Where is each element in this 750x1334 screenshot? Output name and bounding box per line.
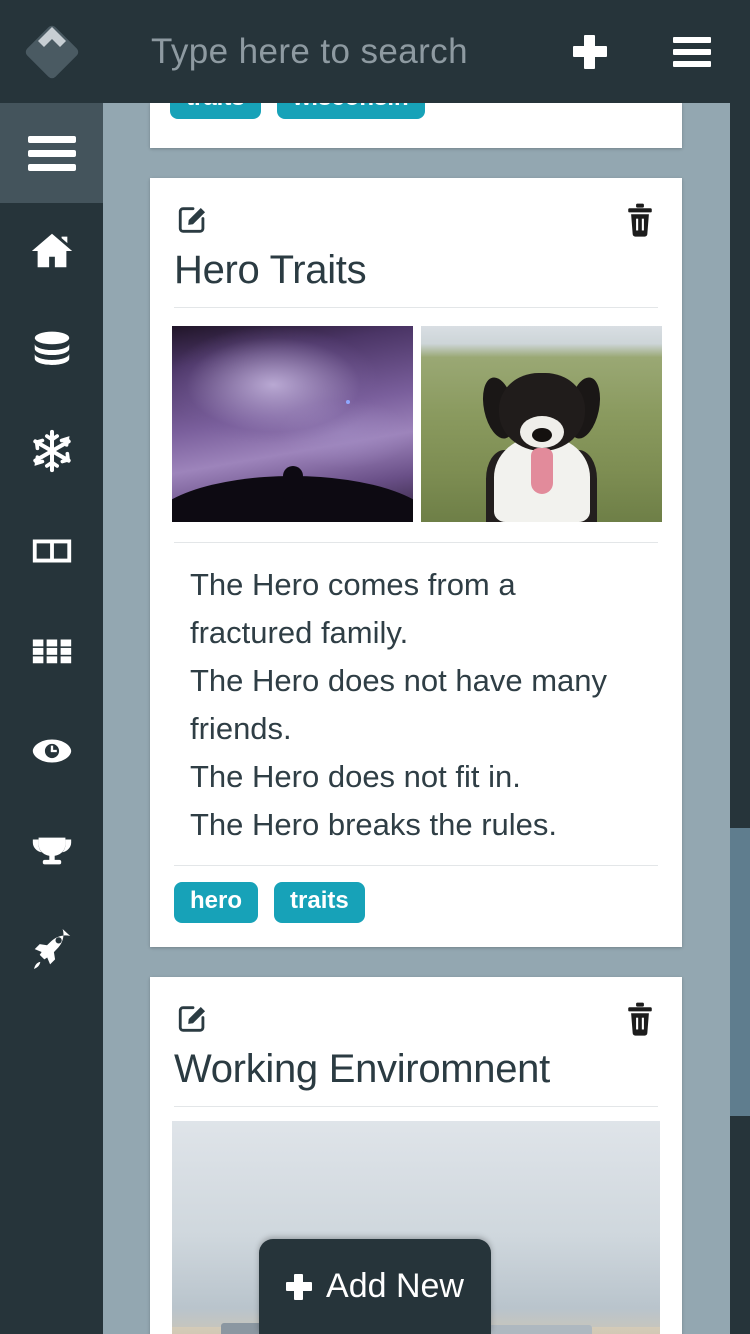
sidebar-item-menu-toggle[interactable] xyxy=(0,103,103,203)
card-image-row xyxy=(172,308,662,542)
add-new-label: Add New xyxy=(326,1267,464,1305)
search-area xyxy=(103,0,554,103)
tag[interactable]: traits xyxy=(170,103,261,120)
columns-icon xyxy=(29,528,75,579)
trash-icon[interactable] xyxy=(624,203,656,237)
trash-icon[interactable] xyxy=(624,1002,656,1036)
home-icon xyxy=(29,228,75,279)
card-title: Hero Traits xyxy=(174,248,367,292)
card-title: Working Enviromnent xyxy=(174,1046,550,1091)
card-list: traits wisconsin xyxy=(150,103,682,1334)
edit-pencil-icon[interactable] xyxy=(176,1002,210,1036)
menu-button[interactable] xyxy=(656,0,728,103)
hamburger-menu-icon xyxy=(673,36,711,67)
tag[interactable]: traits xyxy=(274,882,365,923)
add-button[interactable] xyxy=(554,0,626,103)
card-image-purple-sky[interactable] xyxy=(172,326,413,522)
app-logo[interactable] xyxy=(0,0,103,103)
tag[interactable]: wisconsin xyxy=(276,103,425,120)
card-body-line: The Hero comes from a fractured family. xyxy=(190,567,516,651)
divider xyxy=(174,1105,658,1107)
hamburger-menu-icon xyxy=(27,135,76,171)
grid-icon xyxy=(29,628,75,679)
trophy-icon xyxy=(29,828,75,879)
sidebar-item-columns[interactable] xyxy=(0,503,103,603)
app-header xyxy=(0,0,750,103)
sidebar-item-clock[interactable] xyxy=(0,703,103,803)
sidebar-item-rocket[interactable] xyxy=(0,903,103,1003)
card-toolbar xyxy=(172,200,660,240)
sidebar-item-grid[interactable] xyxy=(0,603,103,703)
card-image-dog[interactable] xyxy=(421,326,662,522)
plus-icon xyxy=(286,1273,313,1300)
card-tag-row: hero traits xyxy=(172,866,660,926)
snowflake-icon xyxy=(29,428,75,479)
app-root: traits wisconsin xyxy=(0,0,750,1334)
search-input[interactable] xyxy=(151,31,554,72)
tag[interactable]: hero xyxy=(174,882,259,923)
add-new-button[interactable]: Add New xyxy=(259,1239,491,1334)
card-toolbar xyxy=(172,999,660,1039)
plus-icon xyxy=(573,34,607,69)
card-body: The Hero comes from a fractured family. … xyxy=(172,543,660,865)
database-icon xyxy=(29,328,75,379)
card-body-line: The Hero does not have many friends. xyxy=(190,663,608,747)
clock-icon xyxy=(29,728,75,779)
card-body-line: The Hero breaks the rules. xyxy=(190,807,558,843)
sidebar-item-database[interactable] xyxy=(0,303,103,403)
sidebar xyxy=(0,103,103,1334)
scrollbar-track[interactable] xyxy=(730,103,750,1334)
card-partial-top-tag-row: traits wisconsin xyxy=(150,103,682,148)
edit-pencil-icon[interactable] xyxy=(176,203,210,237)
card-body-line: The Hero does not fit in. xyxy=(190,759,521,795)
logo-chevron-icon xyxy=(37,26,66,47)
sidebar-item-trophy[interactable] xyxy=(0,803,103,903)
scrollbar-thumb[interactable] xyxy=(730,828,750,1116)
card-partial-top[interactable]: traits wisconsin xyxy=(150,103,682,148)
sidebar-item-home[interactable] xyxy=(0,203,103,303)
rocket-icon xyxy=(29,928,75,979)
sidebar-item-snowflake[interactable] xyxy=(0,403,103,503)
card-hero-traits[interactable]: Hero Traits The Hero comes from a fractu… xyxy=(150,178,682,947)
